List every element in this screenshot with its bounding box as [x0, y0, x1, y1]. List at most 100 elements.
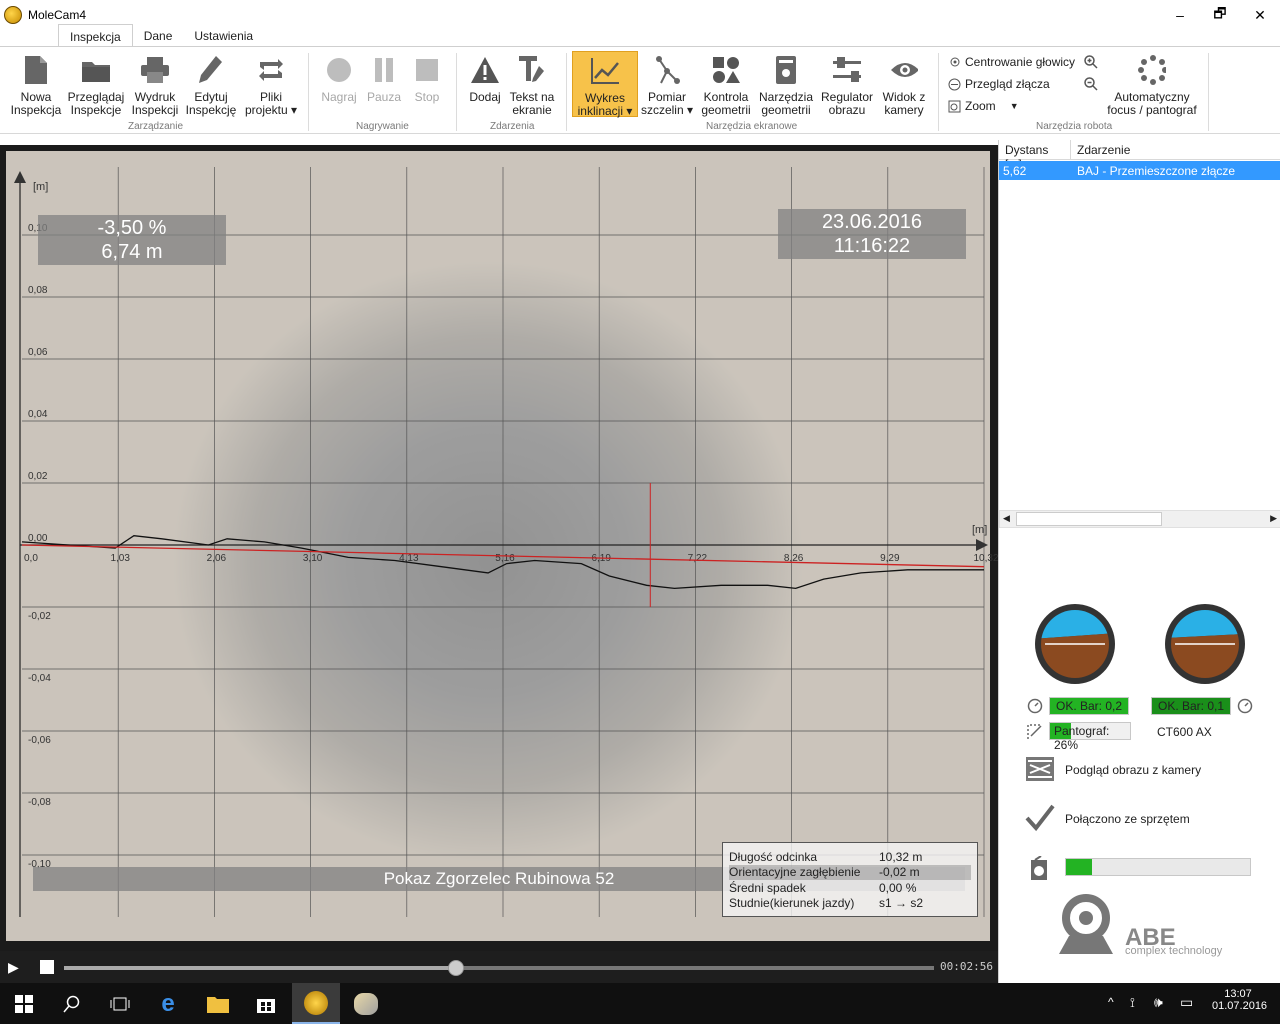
new-inspection-label: Nowa Inspekcja — [10, 90, 62, 117]
scroll-left-icon[interactable]: ◀ — [1003, 513, 1010, 524]
print-inspection-button[interactable]: Wydruk Inspekcji — [128, 51, 182, 117]
file-explorer-button[interactable] — [194, 983, 242, 1024]
camera-video-view[interactable]: 0,0 1,03 2,06 3,10 4,13 5,16 6,19 7,22 8,26 9,29 1… — [0, 145, 998, 951]
zoom-out-button[interactable] — [1084, 77, 1098, 91]
overlay-date: 23.06.2016 — [821, 211, 923, 233]
molecam-taskbar-button[interactable] — [292, 983, 340, 1024]
tilt-gauge-right — [1165, 604, 1245, 684]
geometry-tools-label: Narzędzia geometrii — [758, 90, 814, 117]
record-label: Nagraj — [321, 90, 357, 104]
palette-icon — [354, 992, 378, 1015]
group-label-nagrywanie: Nagrywanie — [356, 121, 409, 132]
zoom-dropdown[interactable]: Zoom ▼ — [948, 99, 1019, 113]
browse-inspections-button[interactable]: Przeglądaj Inspekcje — [66, 51, 126, 117]
camera-preview-label[interactable]: Podgląd obrazu z kamery — [1065, 763, 1201, 777]
pressure-right-status: OK. Bar: 0,1 — [1151, 697, 1231, 715]
volume-icon[interactable]: 🕪 — [1154, 994, 1163, 1011]
store-icon — [257, 998, 275, 1013]
geometry-control-button[interactable]: Kontrola geometrii — [698, 51, 754, 117]
stop-button[interactable]: Stop — [408, 51, 446, 104]
window-title: MoleCam4 — [28, 8, 87, 22]
group-separator — [938, 53, 939, 131]
stop-icon — [413, 55, 441, 85]
pause-button[interactable]: Pauza — [364, 51, 404, 104]
x-tick-label: 1,03 — [110, 553, 130, 564]
table-row[interactable]: 5,62 BAJ - Przemieszczone złącze — [999, 161, 1280, 180]
inclination-chart-label: Wykres inklinacji ▾ — [577, 91, 633, 118]
group-separator — [308, 53, 309, 131]
camera-view-label: Widok z kamery — [882, 90, 926, 117]
dots-circle-icon — [1138, 55, 1166, 85]
events-horizontal-scrollbar[interactable]: ◀ ▶ — [999, 510, 1280, 528]
center-head-button[interactable]: Centrowanie głowicy — [948, 55, 1075, 69]
incline-readout: -3,50 % 6,74 m — [38, 215, 226, 265]
geometry-tools-button[interactable]: Narzędzia geometrii — [756, 51, 816, 117]
info-key: Studnie(kierunek jazdy) — [729, 896, 855, 911]
seek-thumb[interactable] — [447, 960, 464, 976]
paint-taskbar-button[interactable] — [342, 983, 390, 1024]
add-event-button[interactable]: Dodaj — [464, 51, 506, 104]
pantograph-status: Pantograf: 26% — [1049, 722, 1131, 752]
info-value: 0,00 % — [879, 880, 917, 895]
tab-ustawienia[interactable]: Ustawienia — [183, 24, 264, 47]
joint-review-label: Przegląd złącza — [965, 77, 1050, 91]
start-button[interactable] — [0, 983, 48, 1024]
y-tick-label: 0,06 — [28, 347, 48, 358]
y-tick-label: -0,04 — [28, 673, 51, 684]
target-icon — [948, 56, 961, 69]
x-tick-label: 0,0 — [24, 553, 38, 564]
overlay-time: 11:16:22 — [833, 235, 911, 257]
y-tick-label: -0,08 — [28, 797, 51, 808]
folder-icon — [82, 55, 110, 85]
edge-browser-button[interactable]: e — [144, 983, 192, 1024]
y-tick-label: 0,08 — [28, 285, 48, 296]
scroll-right-icon[interactable]: ▶ — [1270, 513, 1277, 524]
row-event: BAJ - Przemieszczone złącze — [1077, 163, 1236, 178]
browse-inspections-label: Przeglądaj Inspekcje — [67, 90, 125, 117]
new-inspection-button[interactable]: Nowa Inspekcja — [8, 51, 64, 117]
play-icon[interactable]: ▶ — [8, 959, 19, 976]
checkmark-icon — [1025, 804, 1055, 835]
screen-text-button[interactable]: Tekst na ekranie — [508, 51, 556, 117]
info-row: Studnie(kierunek jazdy) s1 → s2 — [729, 896, 971, 912]
y-tick-label: 0,04 — [28, 409, 48, 420]
camera-preview-icon — [1025, 756, 1055, 785]
project-files-button[interactable]: Pliki projektu ▾ — [242, 51, 300, 117]
stop-icon[interactable] — [40, 960, 54, 974]
camera-view-button[interactable]: Widok z kamery — [878, 51, 930, 117]
x-tick-label: 10,32 — [973, 553, 998, 564]
edit-inspection-button[interactable]: Edytuj Inspekcję — [184, 51, 238, 117]
inclination-chart-button[interactable]: Wykres inklinacji ▾ — [572, 51, 638, 118]
gap-measure-button[interactable]: Pomiar szczelin ▾ — [640, 51, 694, 117]
x-tick-label: 9,29 — [880, 553, 900, 564]
project-files-label: Pliki projektu ▾ — [244, 90, 298, 117]
taskbar-clock[interactable]: 13:07 01.07.2016 — [1212, 988, 1267, 1012]
print-inspection-label: Wydruk Inspekcji — [131, 90, 179, 117]
group-label-narzedzia-robota: Narzędzia robota — [1036, 121, 1113, 132]
scroll-thumb[interactable] — [1016, 512, 1162, 526]
search-button[interactable] — [48, 983, 96, 1024]
image-regulator-button[interactable]: Regulator obrazu — [818, 51, 876, 117]
notifications-icon[interactable]: ▭ — [1180, 994, 1193, 1011]
task-view-button[interactable] — [96, 983, 144, 1024]
tab-dane[interactable]: Dane — [133, 24, 184, 47]
column-zdarzenie[interactable]: Zdarzenie — [1071, 140, 1280, 159]
brand-tagline: complex technology — [1125, 945, 1223, 957]
chevron-down-icon: ▼ — [1009, 101, 1019, 111]
x-tick-label: 7,22 — [688, 553, 708, 564]
group-separator — [1208, 53, 1209, 131]
record-button[interactable]: Nagraj — [318, 51, 360, 104]
store-button[interactable] — [242, 983, 290, 1024]
zoom-in-button[interactable] — [1084, 55, 1098, 69]
autofocus-pantograph-button[interactable]: Automatyczny focus / pantograf — [1102, 51, 1202, 117]
tab-inspekcja[interactable]: Inspekcja — [58, 24, 133, 47]
column-dystans[interactable]: Dystans [m] — [999, 140, 1071, 171]
zoom-in-icon — [1084, 55, 1098, 69]
joint-review-button[interactable]: Przegląd złącza — [948, 77, 1050, 91]
x-axis-label: [m] — [972, 524, 987, 536]
incline-distance: 6,74 m — [101, 241, 163, 263]
network-icon[interactable]: ⟟ — [1130, 995, 1135, 1011]
events-table-header: Dystans [m] Zdarzenie — [999, 140, 1280, 171]
seek-track[interactable] — [64, 960, 934, 976]
chevron-up-icon[interactable]: ^ — [1108, 995, 1114, 1009]
